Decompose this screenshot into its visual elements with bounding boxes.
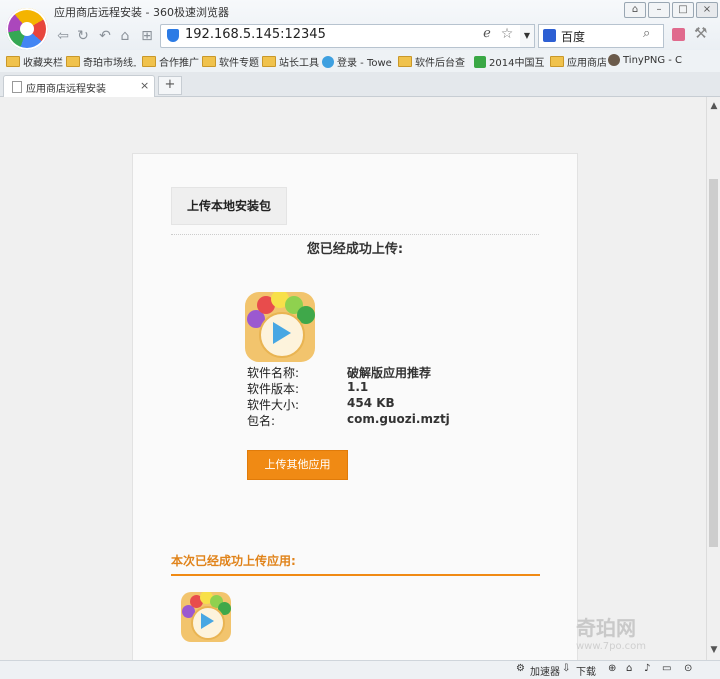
window-icon[interactable]: ▭: [662, 663, 671, 674]
upload-local-package-button[interactable]: 上传本地安装包: [171, 187, 287, 225]
folder-icon: [142, 56, 156, 67]
bookmark-label: 奇珀市场线上: [83, 58, 136, 69]
app-name-label: 软件名称:: [247, 366, 300, 380]
scroll-down-icon[interactable]: ▼: [707, 645, 720, 655]
zoom-icon[interactable]: ⊙: [684, 663, 692, 674]
skin-button-icon[interactable]: ⌂: [624, 2, 646, 18]
folder-icon: [6, 56, 20, 67]
folder-icon: [398, 56, 412, 67]
minimize-button-icon[interactable]: –: [648, 2, 670, 18]
app-package-label: 包名:: [247, 414, 276, 428]
accelerator-icon[interactable]: ⚙: [516, 663, 525, 674]
tab-close-icon[interactable]: ×: [140, 79, 149, 92]
tab-title: 应用商店远程安装: [26, 84, 106, 95]
tower-site-icon: [322, 55, 334, 68]
bookmark-label: 软件后台查: [415, 58, 465, 69]
bookmark-item[interactable]: 收藏夹栏: [6, 54, 64, 69]
search-icon[interactable]: ⌕: [643, 26, 650, 41]
bookmark-label: 登录 - Towe: [337, 58, 392, 69]
bookmark-item[interactable]: 软件专题: [202, 54, 260, 69]
bookmark-item[interactable]: 奇珀市场线上: [66, 54, 136, 69]
address-bar[interactable]: 192.168.5.145:12345 ℯ ☆: [160, 24, 522, 48]
clean-icon[interactable]: ⌂: [626, 663, 632, 674]
screenshot-icon[interactable]: ⊕: [608, 663, 616, 674]
page-viewport: 上传本地安装包 您已经成功上传: 软件名称: 破解版应用推荐 软件版本: 1.1…: [0, 97, 706, 660]
accelerator-label[interactable]: 加速器: [530, 663, 560, 678]
app-name-value: 破解版应用推荐: [347, 366, 432, 380]
browser-titlebar: 应用商店远程安装 - 360极速浏览器 ⌂ – □ × ⇦ ↻ ↶ ⌂ ⊞ 19…: [0, 0, 720, 56]
bookmark-item[interactable]: 站长工具: [262, 54, 320, 69]
bookmark-label: TinyPNG - C: [623, 54, 683, 66]
window-title: 应用商店远程安装 - 360极速浏览器: [54, 6, 229, 19]
tab-active[interactable]: 应用商店远程安装 ×: [3, 75, 155, 97]
app-package-value: com.guozi.mztj: [347, 412, 450, 426]
section-divider: [171, 574, 540, 576]
bookmark-label: 站长工具: [279, 58, 319, 69]
render-mode-icon[interactable]: ℯ: [479, 26, 495, 44]
upload-card: 上传本地安装包 您已经成功上传: 软件名称: 破解版应用推荐 软件版本: 1.1…: [132, 153, 578, 660]
watermark-site: www.7po.com: [576, 641, 646, 652]
status-bar: ⚙ 加速器 ⇩ 下载 ⊕ ⌂ ♪ ▭ ⊙: [0, 660, 720, 679]
url-text[interactable]: 192.168.5.145:12345: [185, 27, 326, 42]
panda-icon: [608, 54, 620, 66]
folder-icon: [550, 56, 564, 67]
home-icon[interactable]: ⌂: [116, 27, 134, 45]
vertical-scrollbar[interactable]: ▲ ▼: [706, 97, 720, 660]
new-tab-button[interactable]: +: [158, 76, 182, 95]
back-icon[interactable]: ⇦: [54, 27, 72, 45]
bookmark-item[interactable]: 合作推广: [142, 54, 200, 69]
upload-other-app-button[interactable]: 上传其他应用: [247, 450, 348, 480]
baidu-icon: [543, 29, 556, 42]
bookmark-label: 收藏夹栏: [23, 58, 63, 69]
bookmark-label: 应用商店: [567, 58, 606, 69]
bookmark-item[interactable]: 应用商店: [550, 54, 606, 69]
bookmark-label: 2014中国互: [489, 58, 544, 69]
app-size-label: 软件大小:: [247, 398, 300, 412]
bookmark-item[interactable]: 2014中国互: [474, 54, 544, 69]
sound-icon[interactable]: ♪: [644, 663, 650, 674]
bookmark-label: 软件专题: [219, 58, 259, 69]
app-icon: [245, 292, 315, 362]
browser-logo-icon[interactable]: [6, 8, 48, 50]
site-icon: [474, 55, 486, 68]
session-uploads-title: 本次已经成功上传应用:: [171, 554, 296, 568]
success-heading: 您已经成功上传:: [306, 242, 404, 257]
maximize-button-icon[interactable]: □: [672, 2, 694, 18]
address-dropdown-icon[interactable]: ▼: [520, 24, 535, 48]
bookmark-star-icon[interactable]: ☆: [499, 26, 515, 44]
bookmarks-bar: 收藏夹栏 奇珀市场线上 合作推广 软件专题 站长工具 登录 - Towe 软件后…: [0, 50, 720, 72]
folder-icon: [262, 56, 276, 67]
undo-close-icon[interactable]: ↶: [96, 27, 114, 45]
folder-icon: [66, 56, 80, 67]
refresh-icon[interactable]: ↻: [74, 27, 92, 45]
folder-icon: [202, 56, 216, 67]
apps-grid-icon[interactable]: ⊞: [138, 27, 156, 45]
download-label[interactable]: 下载: [576, 663, 596, 678]
extension-icon[interactable]: [672, 28, 685, 41]
bookmark-item[interactable]: 软件后台查: [398, 54, 468, 69]
bookmark-item[interactable]: TinyPNG - C: [608, 54, 718, 66]
page-icon: [12, 81, 22, 93]
divider: [171, 234, 539, 235]
search-box[interactable]: 百度 ⌕: [538, 24, 664, 48]
scroll-up-icon[interactable]: ▲: [707, 101, 720, 111]
tools-wrench-icon[interactable]: ⚒: [694, 24, 707, 42]
tab-strip: 应用商店远程安装 ×: [0, 72, 720, 97]
app-size-value: 454 KB: [347, 396, 395, 410]
watermark-brand: 奇珀网: [576, 616, 636, 640]
bookmark-item[interactable]: 登录 - Towe: [322, 54, 392, 69]
bookmark-label: 合作推广: [159, 58, 199, 69]
search-engine-label[interactable]: 百度: [561, 28, 585, 45]
app-version-value: 1.1: [347, 380, 369, 394]
close-window-icon[interactable]: ×: [696, 2, 718, 18]
download-icon[interactable]: ⇩: [562, 663, 570, 674]
watermark: 奇珀网 www.7po.com: [576, 612, 646, 652]
security-shield-icon: [167, 29, 179, 42]
app-version-label: 软件版本:: [247, 382, 300, 396]
scroll-thumb[interactable]: [709, 179, 718, 547]
uploaded-app-icon[interactable]: [181, 592, 231, 642]
